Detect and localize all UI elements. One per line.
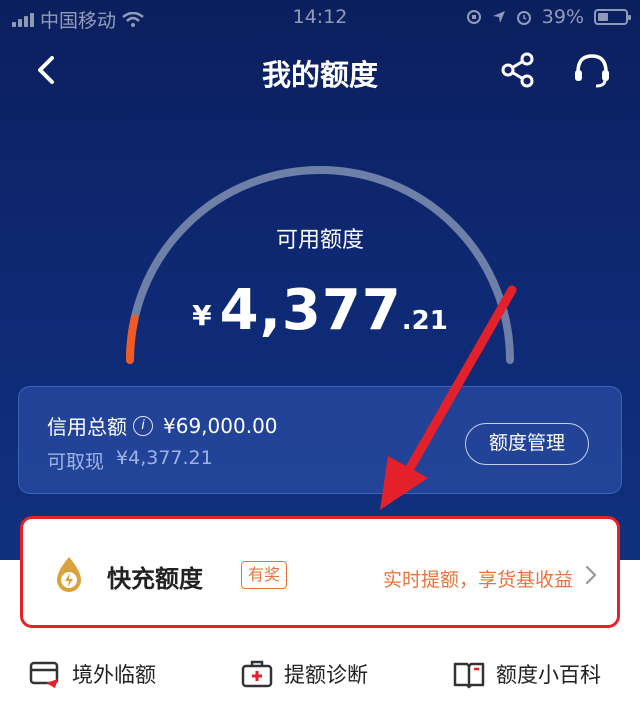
page-title: 我的额度 — [261, 58, 378, 92]
amount-integer: 4,377 — [219, 278, 402, 343]
share-icon[interactable] — [498, 50, 538, 90]
currency-symbol: ¥ — [192, 299, 212, 332]
reward-badge: 有奖 — [241, 561, 288, 589]
credit-info-panel: 信用总额 i ¥69,000.00 可取现 ¥4,377.21 额度管理 — [18, 386, 622, 494]
shortcut-label: 境外临额 — [72, 663, 156, 687]
quick-charge-card[interactable]: 快充额度 有奖 实时提额，享货基收益 — [20, 516, 620, 628]
shortcut-credit-wiki[interactable]: 额度小百科 — [452, 654, 601, 694]
cash-advance-row: 可取现 ¥4,377.21 — [47, 447, 213, 474]
available-credit-label: 可用额度 — [275, 228, 364, 253]
book-icon — [453, 662, 485, 689]
info-icon[interactable]: i — [133, 415, 153, 436]
total-credit-value: ¥69,000.00 — [163, 413, 278, 438]
quick-charge-promo: 实时提额，享货基收益 — [382, 569, 573, 591]
total-credit-row: 信用总额 i ¥69,000.00 — [47, 411, 278, 440]
lock-rotation-icon — [466, 10, 481, 24]
amount-decimal: .21 — [401, 306, 448, 336]
shortcut-label: 额度小百科 — [496, 663, 601, 687]
customer-service-icon[interactable] — [570, 50, 614, 90]
battery-percent: 39% — [541, 6, 584, 28]
lightning-drop-icon — [57, 557, 81, 592]
battery-level — [598, 13, 608, 21]
shortcut-overseas-limit[interactable]: 境外临额 — [28, 654, 156, 694]
shortcut-label: 提额诊断 — [284, 663, 368, 687]
shortcut-credit-diagnosis[interactable]: 提额诊断 — [240, 654, 368, 694]
credit-management-button[interactable]: 额度管理 — [465, 423, 589, 465]
medical-kit-icon — [241, 660, 273, 688]
alarm-icon — [516, 11, 531, 25]
total-credit-label: 信用总额 — [47, 415, 127, 439]
location-icon — [492, 11, 505, 23]
chevron-right-icon — [585, 565, 597, 585]
quick-charge-title: 快充额度 — [107, 565, 203, 593]
status-right: 39% — [466, 6, 631, 28]
cash-advance-label: 可取现 — [47, 451, 105, 473]
battery-icon — [594, 9, 631, 25]
available-credit-amount: ¥4,377.21 — [0, 278, 640, 343]
status-bar: 中国移动 14:12 39% — [0, 0, 640, 32]
card-plane-icon — [29, 661, 59, 688]
cash-advance-value: ¥4,377.21 — [116, 447, 213, 469]
